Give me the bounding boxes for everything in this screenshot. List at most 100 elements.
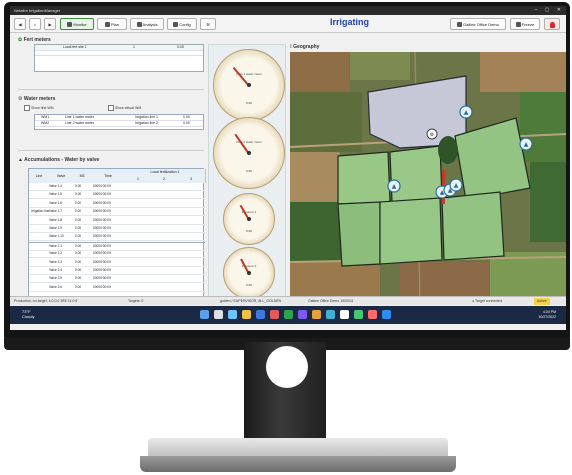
satellite-map[interactable]: ▲ ⚙ ▲ ▲ ▲ ▲ ▲	[290, 52, 566, 300]
freeze-button[interactable]: Freeze	[510, 18, 540, 30]
app-icon[interactable]	[382, 310, 391, 319]
app-icon[interactable]	[326, 310, 335, 319]
fert-meters-table: Local fert site 1 1 0.00	[34, 44, 204, 72]
table-cell: 0.00	[75, 226, 82, 230]
forward-arrow-icon: ▶	[48, 22, 52, 27]
office-button[interactable]: Galilee Office Demo	[450, 18, 506, 30]
table-row[interactable]: Valve 2.3 0.00 00000:00:00	[29, 259, 205, 267]
app-icon[interactable]	[284, 310, 293, 319]
fert-meters-header[interactable]: ✿ Fert meters	[18, 37, 51, 43]
status-badge: Active	[534, 298, 550, 305]
search-icon[interactable]	[214, 310, 223, 319]
forward-button[interactable]: ▶	[44, 18, 56, 30]
back-button[interactable]: ◀	[14, 18, 26, 30]
table-row[interactable]: Valve 1.5 0.00 00000:00:00	[29, 191, 205, 200]
column-header[interactable]: 2	[151, 176, 178, 183]
table-cell: 00000:00:00	[93, 192, 111, 197]
gauge-hub	[247, 83, 251, 87]
table-row[interactable]: Valve 1.6 0.00 00000:00:00	[29, 200, 205, 208]
valve-marker[interactable]: ▲	[519, 137, 533, 151]
table-row[interactable]: Valve 1.4 0.00 00000:00:00	[29, 183, 205, 192]
table-row[interactable]: Valve 2.6 0.00 00000:00:00	[29, 284, 205, 292]
app-icon[interactable]	[340, 310, 349, 319]
show-first-wm-checkbox[interactable]: Show first WM	[24, 105, 54, 111]
column-header[interactable]: M3	[73, 169, 92, 183]
chart-icon	[136, 22, 142, 28]
table-cell: Valve 1.5	[49, 192, 63, 197]
window-controls[interactable]: – ▢ ✕	[535, 6, 564, 15]
geography-header[interactable]: ⁞ Geography	[290, 44, 319, 50]
table-cell: Valve 1.10	[49, 234, 64, 239]
table-cell: Valve 1.6	[49, 200, 63, 205]
table-cell: 0.00	[75, 200, 82, 205]
water-meters-header[interactable]: ⚙ Water meters	[18, 96, 55, 102]
config-button[interactable]: Config	[167, 18, 197, 30]
accumulations-header[interactable]: ▲ Accumulations - Water by valve	[18, 157, 99, 163]
gear-icon: ⚙	[18, 96, 23, 102]
table-row[interactable]: Valve 1.8 0.00 00000:00:00	[29, 217, 205, 225]
pump-marker[interactable]: ⚙	[426, 128, 438, 140]
stand-cable-hole	[266, 346, 308, 388]
gauge-dial: Pressure 1 0.00	[223, 193, 275, 245]
valve-marker[interactable]: ▲	[387, 179, 401, 193]
status-office: Galilee Office Demo 1600011	[308, 299, 354, 303]
app-icon[interactable]	[312, 310, 321, 319]
table-cell: Valve 2.4	[49, 268, 63, 272]
gear-icon: ✿	[18, 37, 23, 43]
mail-icon[interactable]	[270, 310, 279, 319]
table-cell: 0.00	[75, 243, 82, 248]
gauge-value: 0.00	[246, 168, 252, 173]
toolbar: ◀ ⌂ ▶ Monitor Plan Analysis Config ⚒ Gal…	[10, 15, 566, 33]
table-cell: 0.00	[75, 284, 82, 289]
home-button[interactable]: ⌂	[29, 18, 41, 30]
status-connection: Production, on-target, 4.0.0.0 JRE 11.0.…	[14, 299, 78, 303]
geography-map[interactable]: ▲ ⚙ ▲ ▲ ▲ ▲ ▲	[290, 52, 566, 300]
table-row[interactable]: Valve 1.10 0.00 00000:00:00	[29, 233, 205, 242]
system-state: Irrigating	[330, 17, 370, 27]
svg-text:⚙: ⚙	[430, 132, 435, 138]
weather-widget[interactable]: 73°F Cloudy	[22, 309, 34, 319]
table-cell: Valve 1.7	[49, 209, 63, 214]
valve-marker[interactable]: ▲	[449, 178, 463, 192]
browser-icon[interactable]	[256, 310, 265, 319]
table-row[interactable]: Valve 1.7 0.00 00000:00:00	[29, 208, 205, 217]
table-cell: 00000:00:00	[93, 268, 111, 272]
column-header[interactable]: Local fertilization 1	[125, 169, 206, 176]
app-icon[interactable]	[298, 310, 307, 319]
home-icon: ⌂	[33, 22, 37, 27]
plan-button[interactable]: Plan	[97, 18, 127, 30]
svg-text:▲: ▲	[464, 109, 469, 116]
column-header[interactable]: 1	[125, 176, 152, 183]
status-targets: Targets: 0	[128, 299, 144, 303]
table-cell: 00000:00:00	[93, 284, 111, 289]
svg-text:▲: ▲	[454, 182, 459, 189]
analysis-button[interactable]: Analysis	[130, 18, 164, 30]
alarm-icon	[549, 22, 555, 28]
monitor-button[interactable]: Monitor	[60, 18, 94, 30]
status-target-connected: ● Target connected	[472, 299, 502, 303]
valve-marker[interactable]: ▲	[459, 105, 473, 119]
divider	[18, 89, 204, 90]
table-row[interactable]: WM2 Line 2 water meter Irrigation line 2…	[35, 121, 203, 127]
table-row[interactable]: Valve 2.4 0.00 00000:00:00	[29, 267, 205, 276]
column-header[interactable]: Valve	[49, 169, 74, 183]
table-cell: 00000:00:00	[93, 251, 111, 256]
alarm-button[interactable]	[544, 18, 560, 30]
table-cell: 0.00	[75, 251, 82, 256]
table-row[interactable]: Valve 2.5 0.00 00000:00:00	[29, 275, 205, 284]
table-cell: Valve 1.8	[49, 217, 63, 222]
task-view-icon[interactable]	[228, 310, 237, 319]
column-header[interactable]: Line	[29, 169, 50, 183]
table-cell: 00000:00:00	[93, 217, 111, 222]
app-icon[interactable]	[368, 310, 377, 319]
column-header[interactable]: Time	[91, 169, 126, 183]
tools-button[interactable]: ⚒	[200, 18, 216, 30]
column-header[interactable]: 3	[177, 176, 206, 183]
taskbar-clock[interactable]: 4:24 PM 10/27/2022	[538, 310, 556, 320]
file-explorer-icon[interactable]	[242, 310, 251, 319]
start-icon[interactable]	[200, 310, 209, 319]
app-icon[interactable]	[354, 310, 363, 319]
table-row[interactable]: Valve 1.9 0.00 00000:00:00	[29, 225, 205, 234]
table-row[interactable]: Valve 2.2 0.00 00000:00:00	[29, 250, 205, 259]
show-virtual-wm-checkbox[interactable]: Show virtual WM	[108, 105, 141, 111]
